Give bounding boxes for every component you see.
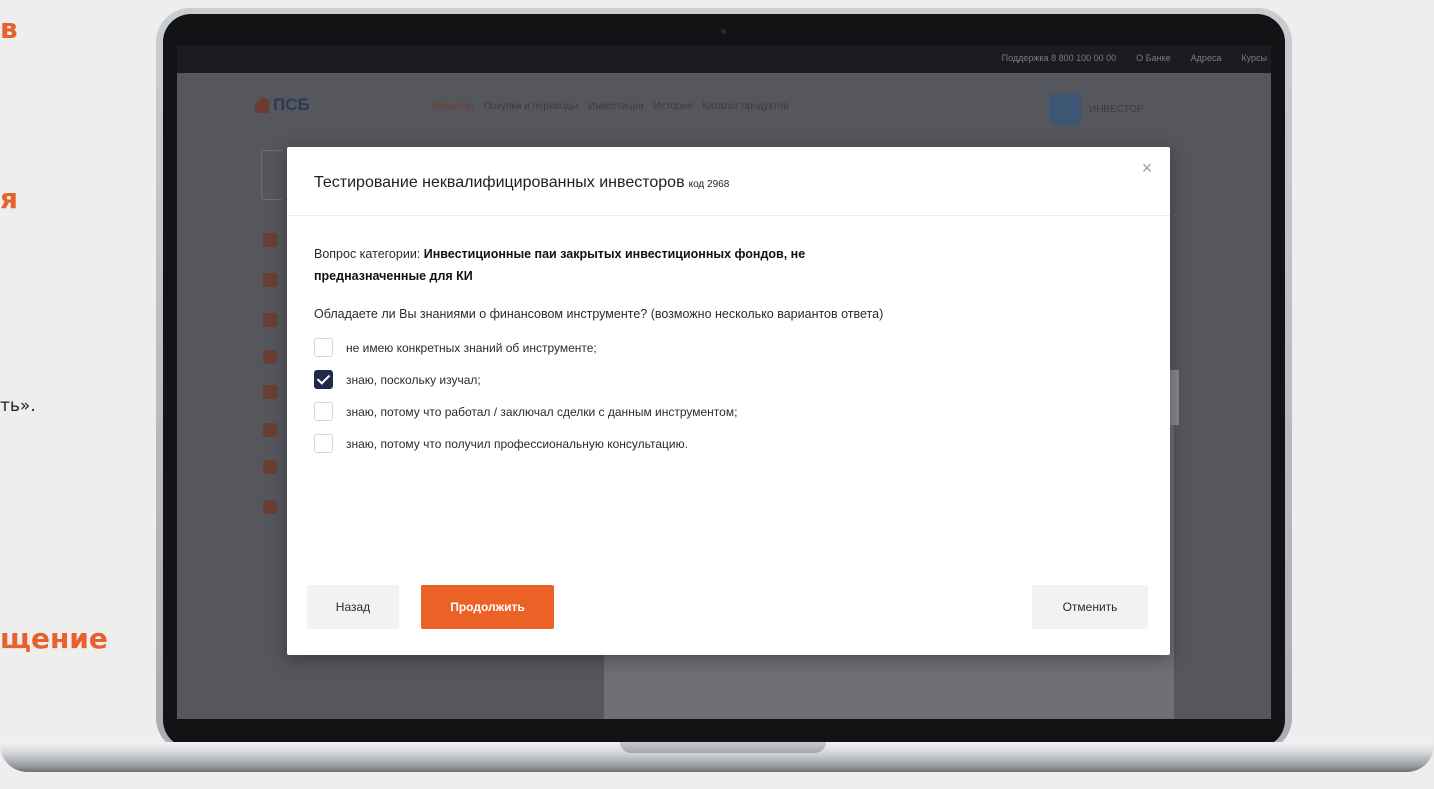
answer-option[interactable]: знаю, потому что получил профессиональну…	[314, 433, 914, 454]
modal-test-code: код 2968	[688, 179, 730, 190]
answer-option[interactable]: не имею конкретных знаний об инструменте…	[314, 337, 914, 358]
nav-item-catalog[interactable]: Каталог продуктов	[702, 101, 788, 112]
question-category: Вопрос категории: Инвестиционные паи зак…	[314, 243, 914, 287]
back-button[interactable]: Назад	[307, 585, 399, 629]
modal-footer: Назад Продолжить Отменить	[287, 585, 1170, 655]
investor-test-modal: Тестирование неквалифицированных инвесто…	[287, 147, 1170, 655]
modal-body: Вопрос категории: Инвестиционные паи зак…	[314, 243, 914, 465]
modal-title-text: Тестирование неквалифицированных инвесто…	[314, 174, 685, 191]
site-header: ПСБ Монитор Покупки и переводы Инвестици…	[177, 73, 1271, 133]
checkbox-unchecked[interactable]	[314, 402, 333, 421]
answer-option[interactable]: знаю, поскольку изучал;	[314, 369, 914, 390]
user-menu[interactable]: ИНВЕСТОР	[1049, 93, 1144, 125]
site-topbar: Поддержка 8 800 100 00 00 О Банке Адреса…	[177, 45, 1271, 73]
sidebar-icon-1[interactable]	[263, 233, 277, 247]
cancel-button[interactable]: Отменить	[1032, 585, 1148, 629]
nav-item-history[interactable]: История	[654, 101, 693, 112]
nav-item-monitor[interactable]: Монитор	[433, 101, 474, 112]
user-name: ИНВЕСТОР	[1089, 103, 1144, 115]
sidebar-icon-4[interactable]	[263, 350, 277, 364]
checkbox-unchecked[interactable]	[314, 434, 333, 453]
search-field[interactable]	[261, 150, 282, 200]
slide-text-fragment-4: щение	[0, 622, 108, 655]
logo-text: ПСБ	[273, 95, 310, 114]
answer-option-label: знаю, потому что получил профессиональну…	[346, 436, 688, 451]
topbar-link-rates[interactable]: Курсы	[1241, 53, 1267, 63]
continue-button[interactable]: Продолжить	[421, 585, 554, 629]
answer-option-label: знаю, потому что работал / заключал сдел…	[346, 404, 738, 419]
avatar	[1049, 93, 1081, 125]
answer-option-label: знаю, поскольку изучал;	[346, 372, 481, 387]
close-icon[interactable]: ×	[1138, 159, 1156, 177]
sidebar-icon-8[interactable]	[263, 500, 277, 514]
answer-options: не имею конкретных знаний об инструменте…	[314, 337, 914, 454]
answer-option[interactable]: знаю, потому что работал / заключал сдел…	[314, 401, 914, 422]
site-nav: Монитор Покупки и переводы Инвестиции Ис…	[433, 101, 789, 112]
question-category-prefix: Вопрос категории:	[314, 247, 424, 261]
sidebar-icon-5[interactable]	[263, 385, 277, 399]
checkbox-checked-icon[interactable]	[314, 370, 333, 389]
question-text: Обладаете ли Вы знаниями о финансовом ин…	[314, 307, 884, 321]
camera-icon	[721, 29, 726, 34]
topbar-link-support[interactable]: Поддержка 8 800 100 00 00	[1002, 53, 1117, 63]
sidebar-icon-3[interactable]	[263, 313, 277, 327]
sidebar-icon-2[interactable]	[263, 273, 277, 287]
sidebar-icon-6[interactable]	[263, 423, 277, 437]
slide-text-fragment-3: ть».	[0, 396, 36, 416]
topbar-links: Поддержка 8 800 100 00 00 О Банке Адреса…	[1002, 53, 1267, 63]
checkbox-unchecked[interactable]	[314, 338, 333, 357]
background-panel-edge	[1169, 370, 1179, 425]
laptop-screen: Поддержка 8 800 100 00 00 О Банке Адреса…	[177, 45, 1271, 719]
slide-text-fragment-2: я	[0, 182, 18, 215]
modal-header: Тестирование неквалифицированных инвесто…	[287, 147, 1170, 216]
topbar-link-addresses[interactable]: Адреса	[1191, 53, 1222, 63]
answer-option-label: не имею конкретных знаний об инструменте…	[346, 340, 597, 355]
logo-mark-icon	[255, 97, 269, 113]
nav-item-investments[interactable]: Инвестиции	[588, 101, 644, 112]
sidebar-icon-7[interactable]	[263, 460, 277, 474]
laptop-base-notch	[620, 742, 826, 753]
nav-item-payments[interactable]: Покупки и переводы	[484, 101, 578, 112]
modal-title: Тестирование неквалифицированных инвесто…	[314, 174, 729, 192]
topbar-link-about[interactable]: О Банке	[1136, 53, 1170, 63]
site-logo[interactable]: ПСБ	[255, 95, 310, 115]
slide-text-fragment-1: в	[0, 12, 18, 45]
